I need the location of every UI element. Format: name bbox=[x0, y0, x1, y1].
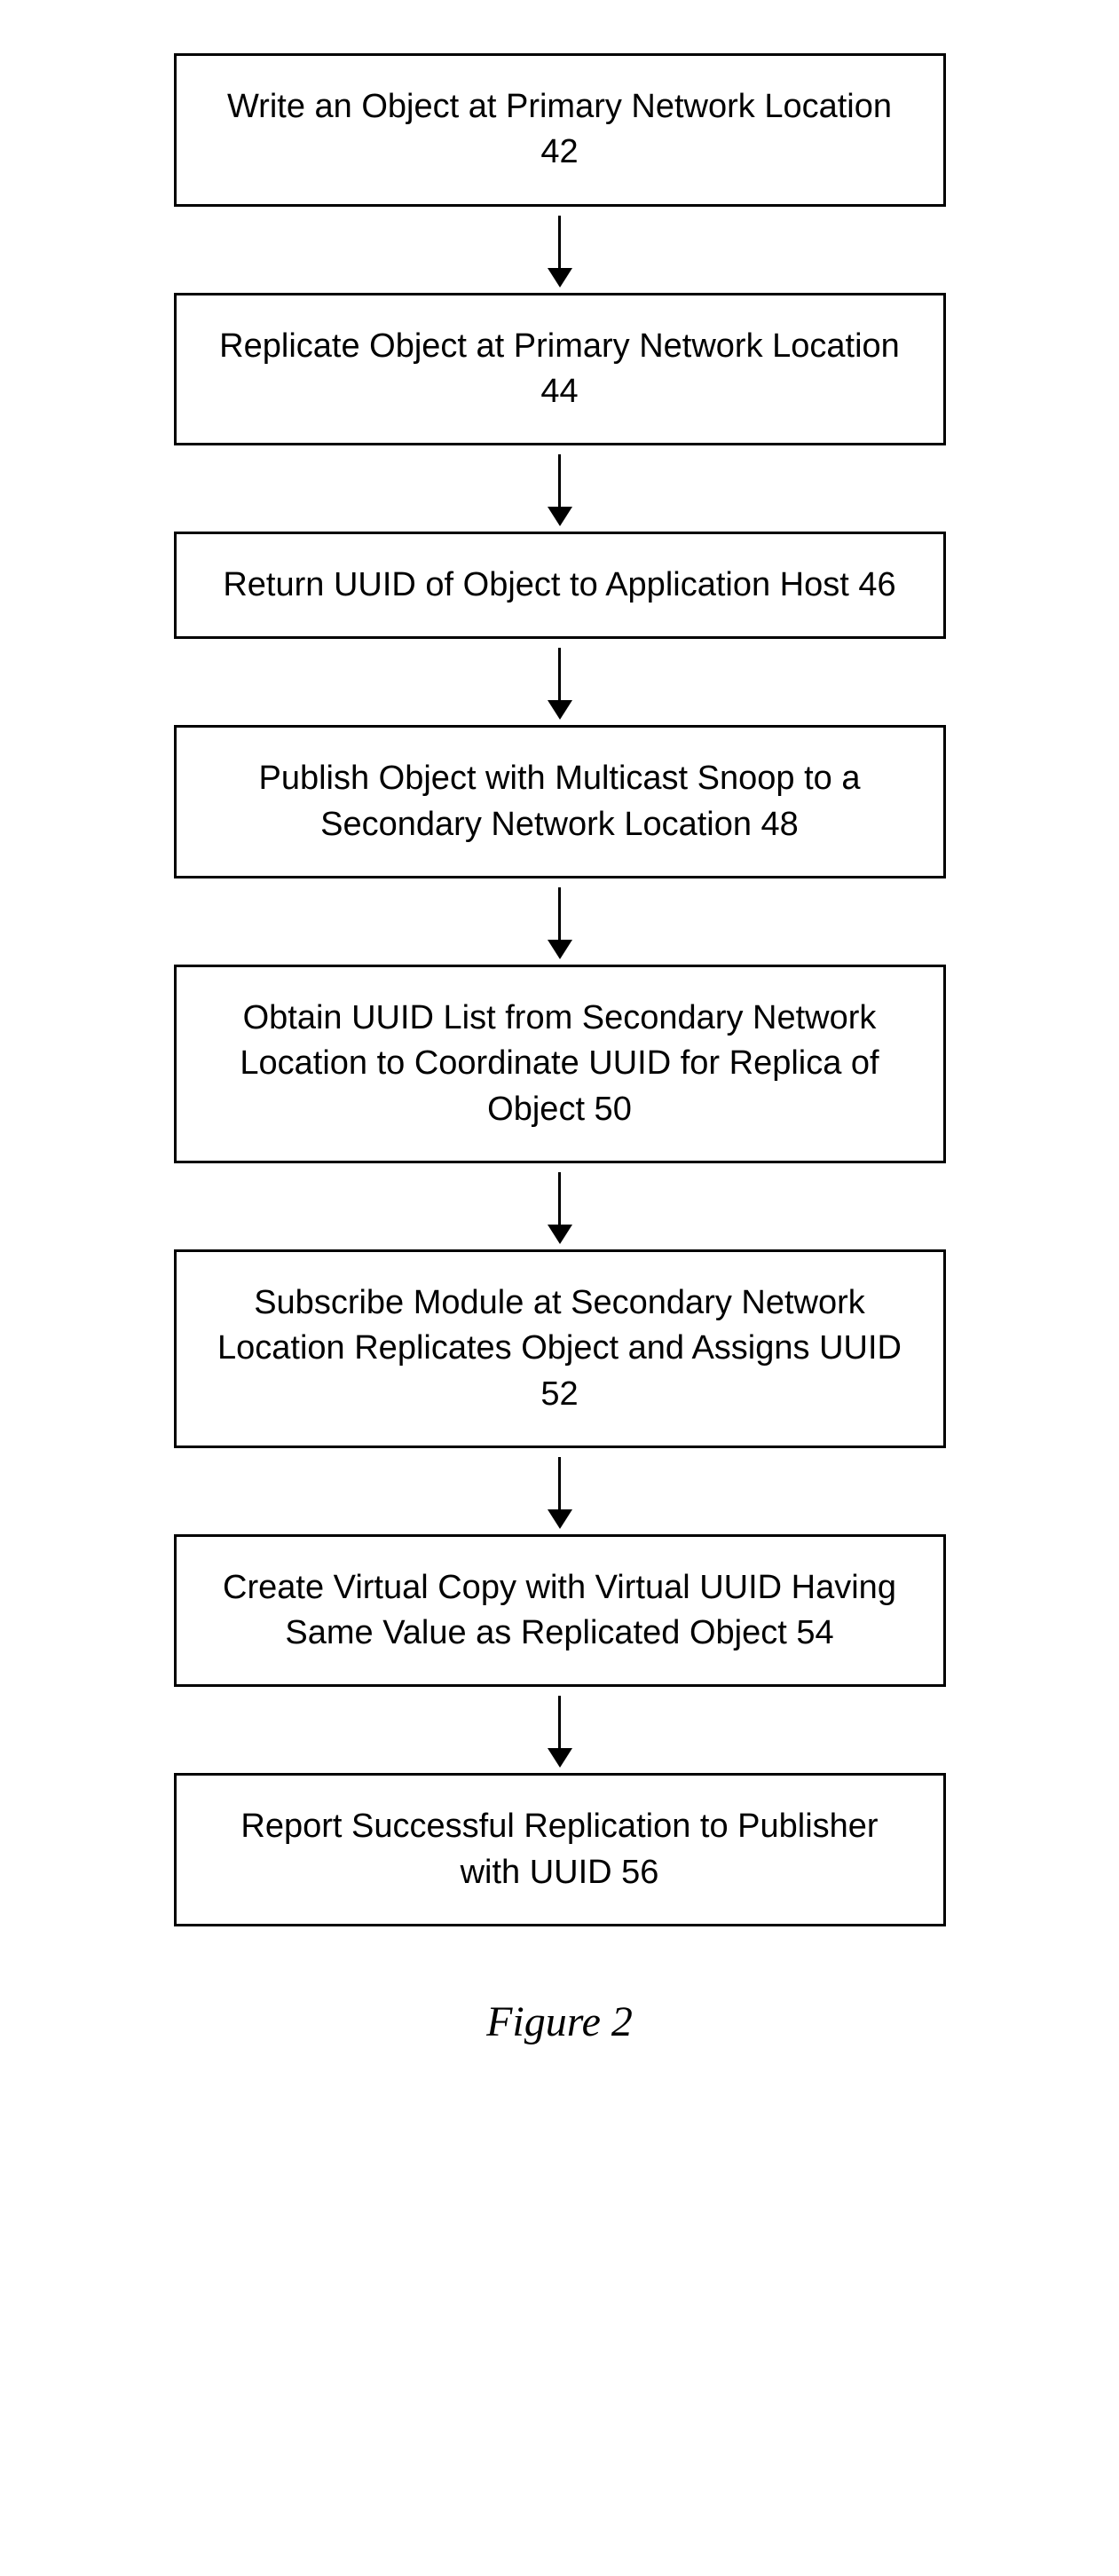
step-text: Subscribe Module at Secondary Network Lo… bbox=[217, 1284, 902, 1413]
step-box-5: Obtain UUID List from Secondary Network … bbox=[174, 965, 946, 1163]
arrow-down-icon bbox=[548, 1457, 572, 1529]
step-text: Create Virtual Copy with Virtual UUID Ha… bbox=[223, 1569, 896, 1651]
step-text: Obtain UUID List from Secondary Network … bbox=[240, 999, 879, 1128]
arrow-down-icon bbox=[548, 1172, 572, 1244]
step-text: Report Successful Replication to Publish… bbox=[240, 1808, 878, 1890]
step-box-2: Replicate Object at Primary Network Loca… bbox=[174, 293, 946, 446]
step-text: Return UUID of Object to Application Hos… bbox=[223, 566, 895, 603]
arrow-down-icon bbox=[548, 1696, 572, 1768]
arrow-down-icon bbox=[548, 216, 572, 288]
arrow-down-icon bbox=[548, 454, 572, 526]
step-box-1: Write an Object at Primary Network Locat… bbox=[174, 53, 946, 207]
flowchart-container: Write an Object at Primary Network Locat… bbox=[0, 53, 1119, 2046]
step-text: Write an Object at Primary Network Locat… bbox=[227, 88, 892, 170]
figure-caption: Figure 2 bbox=[486, 1997, 633, 2046]
step-box-4: Publish Object with Multicast Snoop to a… bbox=[174, 725, 946, 878]
step-box-3: Return UUID of Object to Application Hos… bbox=[174, 532, 946, 639]
step-box-7: Create Virtual Copy with Virtual UUID Ha… bbox=[174, 1534, 946, 1688]
step-box-6: Subscribe Module at Secondary Network Lo… bbox=[174, 1249, 946, 1448]
step-box-8: Report Successful Replication to Publish… bbox=[174, 1773, 946, 1926]
step-text: Replicate Object at Primary Network Loca… bbox=[219, 327, 900, 410]
step-text: Publish Object with Multicast Snoop to a… bbox=[258, 760, 860, 842]
arrow-down-icon bbox=[548, 887, 572, 959]
arrow-down-icon bbox=[548, 648, 572, 720]
